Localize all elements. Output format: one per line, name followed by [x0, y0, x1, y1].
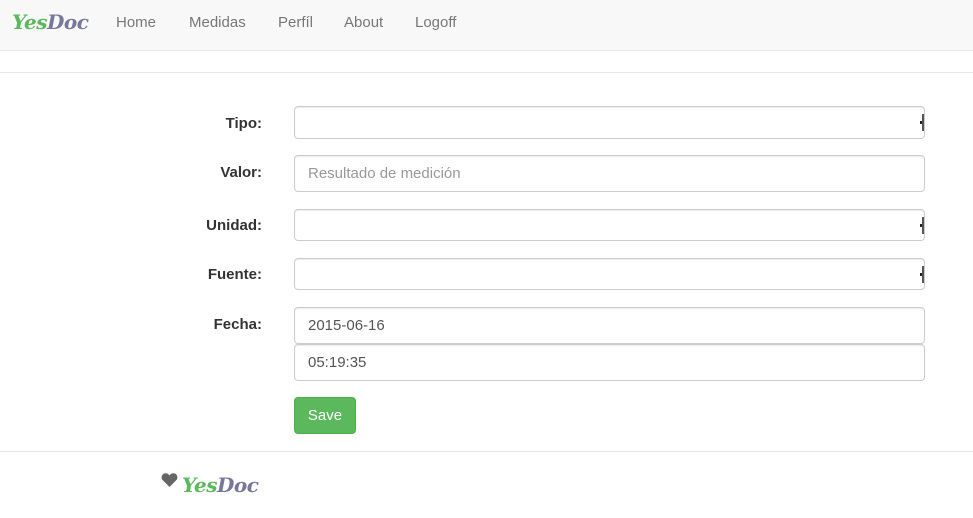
fuente-label: Fuente: — [207, 266, 262, 283]
tipo-label: Tipo: — [225, 115, 262, 132]
valor-label: Valor: — [220, 164, 262, 181]
select-arrow-icon — [920, 114, 924, 131]
fecha-time-input[interactable]: 05:19:35 — [294, 344, 925, 381]
unidad-select[interactable] — [294, 209, 925, 241]
unidad-label: Unidad: — [206, 217, 262, 234]
top-divider — [0, 72, 973, 73]
brand-yes: Yes — [12, 10, 48, 34]
heart-icon — [161, 472, 178, 488]
select-arrow-icon — [920, 266, 924, 283]
nav-medidas[interactable]: Medidas — [189, 14, 246, 31]
valor-input[interactable]: Resultado de medición — [294, 155, 925, 192]
footer-brand-doc: Doc — [217, 473, 259, 497]
navbar-brand[interactable]: YesDoc — [12, 10, 89, 34]
bottom-divider — [0, 451, 973, 452]
nav-home[interactable]: Home — [116, 14, 156, 31]
nav-logoff[interactable]: Logoff — [415, 14, 456, 31]
navbar: YesDoc Home Medidas Perfíl About Logoff — [0, 0, 973, 51]
save-button[interactable]: Save — [294, 397, 356, 434]
footer-brand: YesDoc — [182, 473, 259, 497]
fecha-label: Fecha: — [213, 316, 262, 333]
tipo-select[interactable] — [294, 106, 925, 139]
fuente-select[interactable] — [294, 258, 925, 290]
brand-doc: Doc — [47, 10, 89, 34]
select-arrow-icon — [920, 217, 924, 234]
nav-perfil[interactable]: Perfíl — [278, 14, 313, 31]
fecha-date-input[interactable]: 2015-06-16 — [294, 307, 925, 344]
footer-brand-yes: Yes — [182, 473, 218, 497]
nav-about[interactable]: About — [344, 14, 383, 31]
